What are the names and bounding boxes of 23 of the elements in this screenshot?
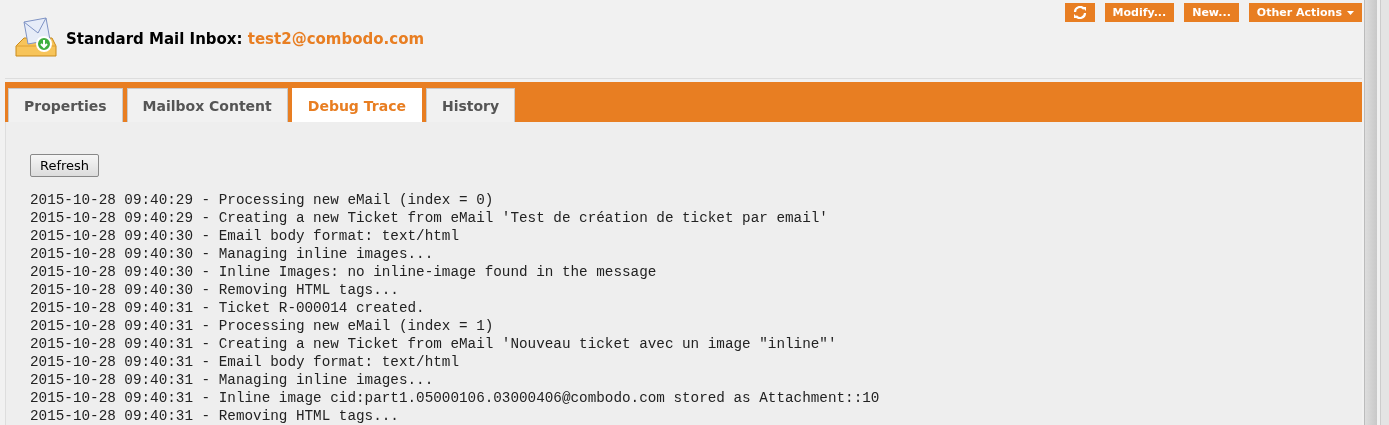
refresh-button[interactable]: Refresh (30, 154, 100, 177)
log-line: 2015-10-28 09:40:30 - Removing HTML tags... (30, 281, 400, 299)
scrollbar[interactable] (1380, 0, 1389, 425)
log-line: 2015-10-28 09:40:31 - Ticket R-000014 created. (30, 299, 426, 317)
log-line: 2015-10-28 09:40:31 - Email body format: text/html (30, 353, 460, 371)
log-line: 2015-10-28 09:40:30 - Managing inline images... (30, 245, 435, 263)
refresh-icon (1072, 6, 1087, 19)
caret-icon (1347, 10, 1354, 15)
log-line: 2015-10-28 09:40:31 - Creating a new Ticket from eMail 'Nouveau ticket avec un image "inline"' (30, 335, 838, 353)
log-line: 2015-10-28 09:40:31 - Removing HTML tags... (30, 407, 400, 425)
log-line: 2015-10-28 09:40:31 - Managing inline images... (30, 371, 435, 389)
page-title: Standard Mail Inbox: test2@combodo.com (66, 30, 425, 48)
log-line: 2015-10-28 09:40:31 - Inline image cid:part1.05000106.03000406@combodo.com stored as Attachment::10 (30, 389, 881, 407)
scrollbar[interactable] (1364, 0, 1378, 425)
log-line: 2015-10-28 09:40:31 - Processing new eMail (index = 1) (30, 317, 495, 335)
tab[interactable]: Mailbox Content (126, 88, 288, 122)
log-line: 2015-10-28 09:40:29 - Creating a new Ticket from eMail 'Test de création de ticket par email' (30, 209, 829, 227)
log-line: 2015-10-28 09:40:30 - Inline Images: no inline-image found in the message (30, 263, 658, 281)
refresh-button[interactable] (1064, 3, 1095, 22)
tab[interactable]: History (425, 88, 516, 122)
log-line: 2015-10-28 09:40:30 - Email body format: text/html (30, 227, 460, 245)
tab[interactable]: Properties (8, 88, 123, 122)
log-line: 2015-10-28 09:40:29 - Processing new eMail (index = 0) (30, 191, 495, 209)
